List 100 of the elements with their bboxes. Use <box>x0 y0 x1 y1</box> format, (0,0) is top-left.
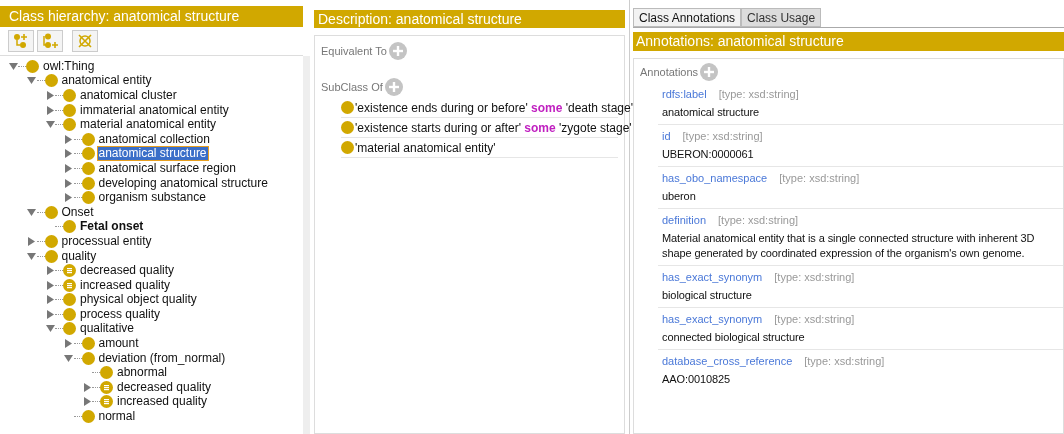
collapsed-arrow-icon[interactable] <box>64 149 73 159</box>
collapsed-arrow-icon[interactable] <box>64 178 73 188</box>
tree-item[interactable]: physical object quality <box>79 293 198 307</box>
tree-item[interactable]: quality <box>60 249 98 263</box>
annotation-type: [type: xsd:string] <box>774 311 855 327</box>
annotation-value: Material anatomical entity that is a single connected structure with inherent 3D shape generated by coordinated expression of the organism's own genome. <box>662 231 1036 261</box>
tree-item[interactable]: deviation (from_normal) <box>97 351 227 365</box>
class-icon <box>63 322 76 336</box>
annotation-property[interactable]: has_exact_synonym <box>662 310 763 328</box>
class-icon <box>81 132 95 146</box>
tree-item[interactable]: normal <box>97 410 137 424</box>
class-icon <box>44 205 58 219</box>
class-icon <box>81 191 95 205</box>
tree-item[interactable]: qualitative <box>79 322 136 336</box>
tree-item[interactable]: decreased quality <box>79 264 176 278</box>
annotation-property[interactable]: id <box>662 127 671 145</box>
class-icon <box>81 351 95 365</box>
collapsed-arrow-icon[interactable] <box>82 397 92 407</box>
class-icon <box>341 141 354 154</box>
tree-item[interactable]: anatomical entity <box>60 74 153 88</box>
collapsed-arrow-icon[interactable] <box>45 266 55 276</box>
tree-item[interactable]: material anatomical entity <box>79 118 218 132</box>
tree-item[interactable]: anatomical structure <box>97 147 208 161</box>
annotation-type: [type: xsd:string] <box>779 170 860 186</box>
collapsed-arrow-icon[interactable] <box>45 280 55 290</box>
class-icon <box>63 307 76 321</box>
class-icon <box>81 161 95 175</box>
annotation-property[interactable]: has_exact_synonym <box>662 268 763 286</box>
expanded-arrow-icon[interactable] <box>8 61 18 71</box>
expanded-arrow-icon[interactable] <box>45 324 55 334</box>
tree-item[interactable]: anatomical cluster <box>79 89 178 102</box>
collapsed-arrow-icon[interactable] <box>64 339 73 349</box>
collapsed-arrow-icon[interactable] <box>45 105 55 115</box>
panel-title: Description: anatomical structure <box>314 10 625 28</box>
class-icon <box>63 220 76 234</box>
annotation-property[interactable]: definition <box>662 211 707 229</box>
tree-item[interactable]: anatomical collection <box>97 132 211 146</box>
annotation-property[interactable]: has_obo_namespace <box>662 169 768 187</box>
class-expression[interactable]: 'existence starts during or after' some 'zygote stage' <box>355 118 632 137</box>
class-icon <box>81 410 95 424</box>
class-icon <box>44 249 58 263</box>
add-subclass-icon <box>13 33 29 49</box>
collapsed-arrow-icon[interactable] <box>45 309 55 319</box>
expanded-arrow-icon[interactable] <box>27 76 36 86</box>
tree-item[interactable]: owl:Thing <box>42 59 96 73</box>
defined-class-icon <box>63 278 76 292</box>
class-icon <box>341 101 354 114</box>
annotation-type: [type: xsd:string] <box>774 269 855 285</box>
class-icon <box>341 121 354 134</box>
tree-item[interactable]: abnormal <box>116 366 169 380</box>
annotation-property[interactable]: database_cross_reference <box>662 352 793 370</box>
annotation-type: [type: xsd:string] <box>718 212 799 228</box>
class-icon <box>44 234 58 248</box>
tree-item[interactable]: amount <box>97 337 140 351</box>
tree-item[interactable]: processual entity <box>60 234 153 248</box>
annotation-type: [type: xsd:string] <box>804 353 885 369</box>
section-label: Annotations <box>640 64 699 80</box>
defined-class-icon <box>100 395 113 409</box>
expanded-arrow-icon[interactable] <box>27 251 36 261</box>
tree-item[interactable]: anatomical surface region <box>97 161 237 175</box>
defined-class-icon <box>100 380 113 394</box>
class-icon <box>81 147 95 161</box>
expanded-arrow-icon[interactable] <box>45 120 55 130</box>
class-icon <box>63 103 76 117</box>
collapsed-arrow-icon[interactable] <box>64 163 73 173</box>
class-icon <box>100 366 113 380</box>
annotation-type: [type: xsd:string] <box>718 86 799 102</box>
tree-item[interactable]: increased quality <box>79 278 172 292</box>
class-icon <box>63 118 76 132</box>
tree-item[interactable]: developing anatomical structure <box>97 176 269 190</box>
collapsed-arrow-icon[interactable] <box>64 134 73 144</box>
panel-title: Class hierarchy: anatomical structure <box>0 6 303 27</box>
tree-item[interactable]: Fetal onset <box>79 220 145 234</box>
class-expression[interactable]: 'material anatomical entity' <box>355 138 496 157</box>
annotation-value: anatomical structure <box>662 105 761 120</box>
class-expression[interactable]: 'existence ends during or before' some 'death stage' <box>355 98 633 117</box>
tree-item[interactable]: organism substance <box>97 191 207 205</box>
section-label: SubClass Of <box>321 79 383 95</box>
tree-item[interactable]: process quality <box>79 307 162 321</box>
tree-item[interactable]: immaterial anatomical entity <box>79 103 230 117</box>
expanded-arrow-icon[interactable] <box>27 207 36 217</box>
tab[interactable]: Class Annotations <box>633 8 742 27</box>
class-icon <box>81 337 95 351</box>
collapsed-arrow-icon[interactable] <box>82 382 92 392</box>
tree-item[interactable]: Onset <box>60 205 95 219</box>
annotation-type: [type: xsd:string] <box>682 128 763 144</box>
tab[interactable]: Class Usage <box>741 8 822 27</box>
expanded-arrow-icon[interactable] <box>64 353 73 363</box>
class-icon <box>26 59 39 73</box>
class-icon <box>63 89 76 102</box>
collapsed-arrow-icon[interactable] <box>64 193 73 203</box>
annotation-property[interactable]: rdfs:label <box>662 85 707 103</box>
tree-item[interactable]: increased quality <box>116 395 209 409</box>
collapsed-arrow-icon[interactable] <box>27 236 36 246</box>
collapsed-arrow-icon[interactable] <box>45 295 55 305</box>
collapsed-arrow-icon[interactable] <box>45 91 55 100</box>
delete-icon <box>77 33 93 49</box>
class-icon <box>81 176 95 190</box>
tree-item[interactable]: decreased quality <box>116 380 213 394</box>
annotation-value: connected biological structure <box>662 330 806 345</box>
